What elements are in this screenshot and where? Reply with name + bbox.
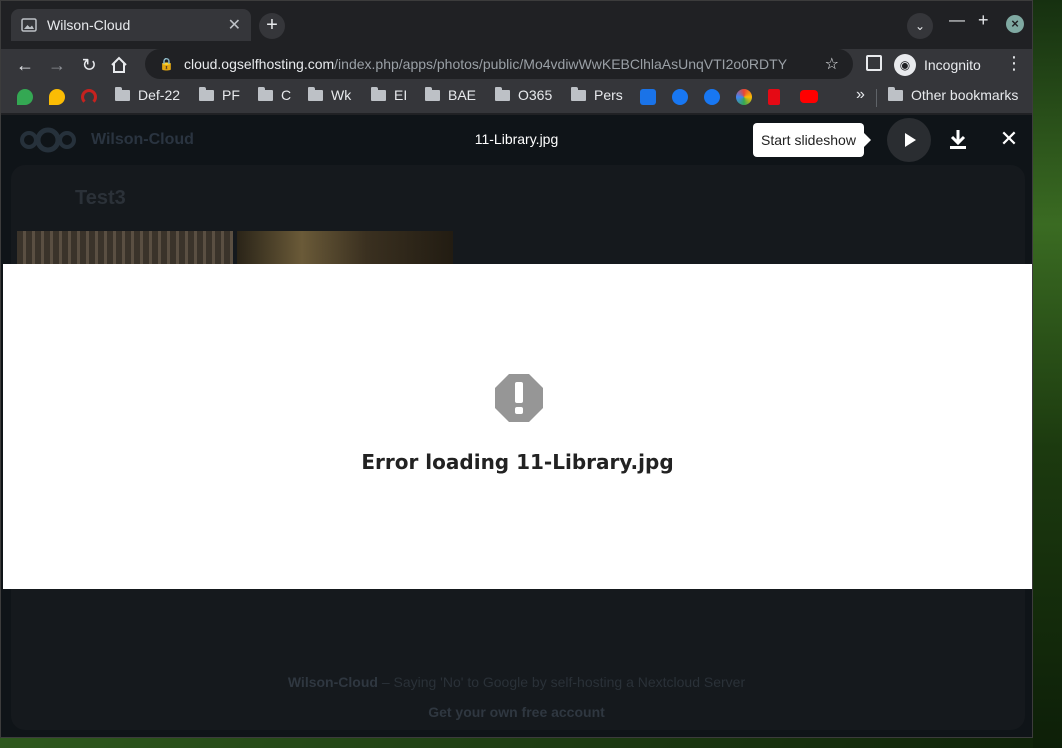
bookmarks-overflow-button[interactable]: »	[856, 86, 865, 104]
incognito-label: Incognito	[924, 57, 981, 73]
photo-thumbnail[interactable]	[17, 231, 233, 265]
start-slideshow-button[interactable]	[887, 118, 931, 162]
bookmark-label: Def-22	[138, 87, 181, 103]
reload-icon[interactable]: ↻	[77, 53, 101, 77]
tab-search-button[interactable]: ⌄	[907, 13, 933, 39]
download-icon[interactable]	[945, 127, 971, 153]
album-title: Test3	[75, 187, 126, 209]
google-icon[interactable]	[736, 89, 752, 105]
folder-icon	[199, 86, 214, 101]
folder-icon	[115, 86, 130, 101]
bookmark-folder[interactable]: EI	[371, 86, 408, 103]
footer-tagline: Wilson-Cloud – Saying 'No' to Google by …	[1, 674, 1032, 690]
folder-icon	[571, 86, 586, 101]
bookmark-label: PF	[222, 87, 240, 103]
facebook-icon[interactable]	[672, 89, 688, 105]
bookmark-folder[interactable]: C	[258, 86, 292, 103]
image-icon	[21, 18, 37, 32]
back-icon[interactable]: ←	[13, 53, 37, 77]
browser-toolbar: ← → ↻ 🔒 cloud.ogselfhosting.com /index.p…	[1, 49, 1032, 81]
bookmark-star-icon[interactable]: ☆	[825, 54, 839, 74]
bookmark-folder[interactable]: Pers	[571, 86, 623, 103]
facebook-icon[interactable]	[704, 89, 720, 105]
bookmark-folder[interactable]: BAE	[425, 86, 477, 103]
footer-tagline-text: – Saying 'No' to Google by self-hosting …	[381, 674, 746, 690]
folder-icon	[495, 86, 510, 101]
bookmark-label: Other bookmarks	[911, 87, 1019, 103]
bookmark-folder[interactable]: O365	[495, 86, 553, 103]
incognito-indicator[interactable]: ◉ Incognito	[894, 51, 981, 79]
window-close-button[interactable]: ×	[1006, 15, 1024, 33]
tab-close-icon[interactable]: ✕	[228, 15, 241, 35]
bookmark-label: O365	[518, 87, 553, 103]
browser-window: Wilson-Cloud ✕ + ⌄ — + × ← → ↻ 🔒 cloud.o…	[0, 0, 1033, 738]
speedometer-icon[interactable]	[81, 89, 97, 105]
maps-icon[interactable]	[49, 89, 65, 105]
incognito-icon: ◉	[894, 54, 916, 76]
close-viewer-icon[interactable]: ✕	[995, 125, 1023, 153]
folder-icon	[258, 86, 273, 101]
minimize-icon[interactable]: —	[949, 12, 965, 30]
bookmark-label: EI	[394, 87, 408, 103]
bookmark-folder[interactable]: Wk	[308, 86, 352, 103]
folder-icon	[425, 86, 440, 101]
slideshow-tooltip: Start slideshow	[753, 123, 871, 157]
page-content: Wilson-Cloud Test3 11-Library.jpg Start …	[1, 115, 1032, 737]
error-message: Error loading 11-Library.jpg	[361, 450, 674, 474]
warning-octagon-icon	[495, 374, 543, 422]
get-account-link[interactable]: Get your own free account	[1, 704, 1032, 720]
footer-instance-name[interactable]: Wilson-Cloud	[288, 674, 378, 690]
viewer-file-name: 11-Library.jpg	[474, 131, 559, 147]
maps-icon[interactable]	[17, 89, 33, 105]
maximize-icon[interactable]: +	[978, 10, 989, 31]
desktop-wallpaper	[1033, 0, 1062, 748]
folder-icon	[308, 86, 323, 101]
other-bookmarks[interactable]: Other bookmarks	[888, 86, 1019, 103]
netflix-icon[interactable]	[768, 89, 780, 105]
bookmark-label: BAE	[448, 87, 477, 103]
folder-icon	[371, 86, 386, 101]
nextcloud-icon[interactable]	[640, 89, 656, 105]
home-icon[interactable]	[109, 55, 129, 75]
address-bar[interactable]: 🔒 cloud.ogselfhosting.com /index.php/app…	[145, 49, 853, 79]
browser-menu-icon[interactable]: ⋮	[1005, 53, 1023, 74]
url-host: cloud.ogselfhosting.com	[183, 56, 335, 72]
lock-icon: 🔒	[159, 57, 174, 71]
url-path: /index.php/apps/photos/public/Mo4vdiwWwK…	[334, 56, 788, 72]
tab-title: Wilson-Cloud	[47, 17, 131, 33]
photo-thumbnail[interactable]	[237, 231, 453, 265]
folder-icon	[888, 86, 903, 101]
bookmark-label: Wk	[331, 87, 352, 103]
bookmark-folder[interactable]: PF	[199, 86, 240, 103]
error-panel: Error loading 11-Library.jpg	[3, 264, 1032, 589]
youtube-icon[interactable]	[800, 90, 818, 103]
side-panel-icon[interactable]	[866, 55, 882, 71]
new-tab-button[interactable]: +	[259, 13, 285, 39]
forward-icon[interactable]: →	[45, 53, 69, 77]
bookmarks-bar: Def-22 PF C Wk EI BAE O365 Pers » Other …	[1, 81, 1032, 114]
bookmark-label: C	[281, 87, 292, 103]
bookmark-label: Pers	[594, 87, 623, 103]
tab-strip: Wilson-Cloud ✕ + ⌄ — + ×	[1, 1, 1032, 49]
browser-tab[interactable]: Wilson-Cloud ✕	[11, 9, 251, 41]
bookmark-folder[interactable]: Def-22	[115, 86, 181, 103]
bookmarks-divider	[876, 89, 877, 107]
